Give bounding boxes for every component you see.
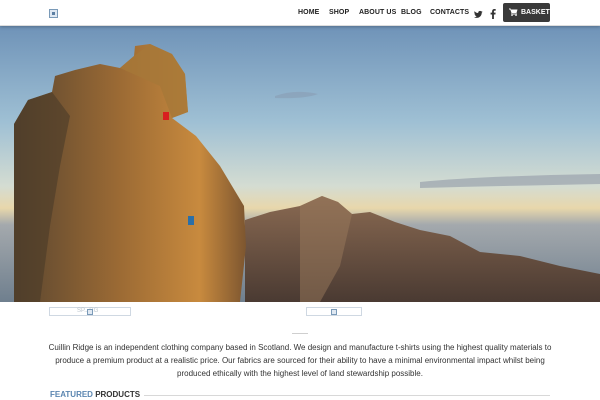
featured-products-heading: FEATURED PRODUCTS (50, 390, 140, 399)
mountain-scene-illustration (14, 44, 600, 302)
basket-label: BASKET (521, 9, 550, 16)
heading-rest: PRODUCTS (92, 390, 141, 399)
intro-paragraph: Cuillin Ridge is an independent clothing… (48, 343, 552, 378)
hero-image (0, 26, 600, 302)
nav-contacts-link[interactable]: CONTACTS (430, 9, 469, 16)
basket-button[interactable]: BASKET (503, 3, 550, 22)
image-placeholder-icon (87, 309, 93, 315)
nav-shop-link[interactable]: SHOP (329, 9, 349, 16)
facebook-icon[interactable] (490, 6, 496, 24)
feature-link-right[interactable] (306, 307, 362, 316)
image-placeholder-icon (331, 309, 337, 315)
nav-blog-link[interactable]: BLOG (401, 9, 422, 16)
heading-rule (144, 395, 550, 396)
site-logo[interactable] (49, 9, 58, 18)
nav-about-link[interactable]: ABOUT US (359, 9, 396, 16)
cart-icon (509, 8, 518, 18)
nav-home-link[interactable]: HOME (298, 9, 319, 16)
twitter-icon[interactable] (474, 6, 483, 24)
top-navbar: HOME SHOP ABOUT US BLOG CONTACTS BASKET (0, 0, 600, 26)
heading-accent: FEATURED (50, 390, 93, 399)
feature-link-left[interactable]: SP...RG (49, 307, 131, 316)
section-divider (292, 333, 308, 334)
